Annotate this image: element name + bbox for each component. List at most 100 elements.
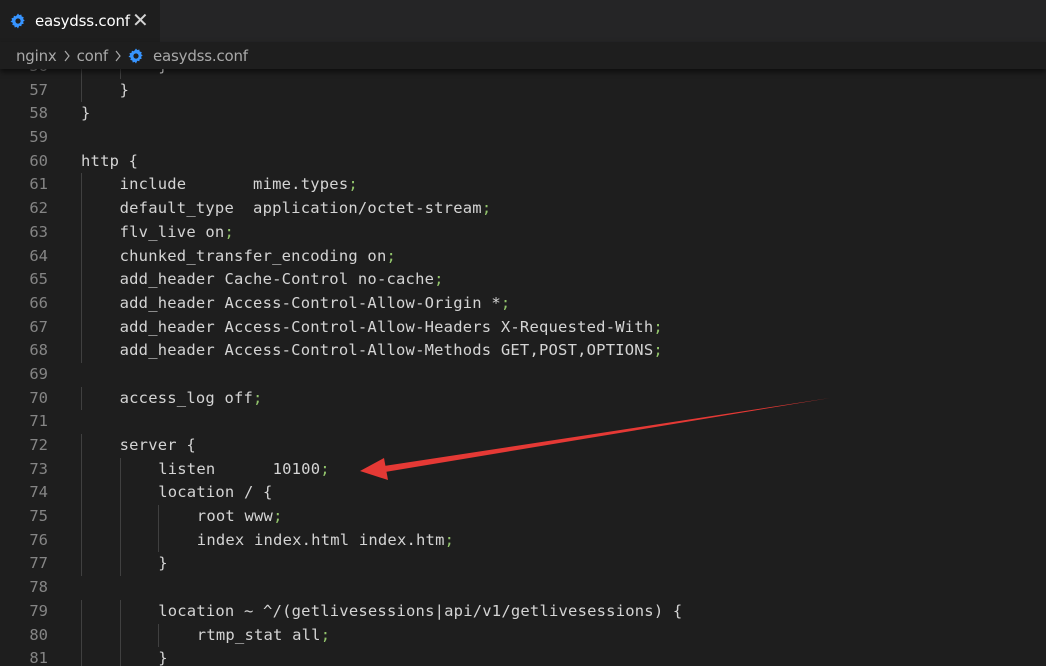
indent-guide	[158, 528, 160, 553]
breadcrumb-item-file[interactable]: easydss.conf	[128, 47, 248, 65]
indent-guide	[81, 481, 82, 506]
indent-guide	[81, 599, 82, 624]
code-line[interactable]: 75 root www;	[0, 505, 1046, 529]
line-number: 73	[29, 459, 48, 478]
code-text: rtmp_stat all;	[197, 624, 330, 648]
code-statement: flv_live on	[119, 222, 225, 241]
breadcrumb-item-conf[interactable]: conf	[77, 47, 109, 65]
line-number: 56	[0, 69, 48, 79]
code-text: }	[81, 102, 91, 126]
code-line[interactable]: 59	[0, 126, 1046, 150]
code-line[interactable]: 57}	[0, 78, 1046, 103]
code-text: index index.html index.htm;	[197, 529, 454, 553]
indent-guide	[81, 220, 82, 245]
indent-guide	[119, 623, 121, 648]
code-statement: location ~ ^/(getlivesessions|api/v1/get…	[158, 601, 683, 620]
line-number: 76	[29, 530, 48, 549]
breadcrumb-item-nginx[interactable]: nginx	[16, 47, 57, 65]
line-number: 80	[29, 625, 48, 644]
line-number: 77	[29, 554, 48, 573]
code-text: }	[158, 69, 168, 79]
code-text: access_log off;	[120, 387, 263, 411]
code-text: add_header Access-Control-Allow-Methods …	[120, 339, 663, 363]
code-editor-window: easydss.conf ✕ nginx conf easydss.conf 5…	[0, 0, 1046, 666]
code-line[interactable]: 67 add_header Access-Control-Allow-Header…	[0, 315, 1046, 340]
code-text: listen 10100;	[158, 458, 330, 482]
indent-guide	[81, 552, 82, 577]
code-text: add_header Access-Control-Allow-Origin *…	[120, 292, 511, 316]
code-text: add_header Access-Control-Allow-Headers …	[120, 316, 663, 340]
code-line[interactable]: 79 location ~ ^/(getlivesessions|api/v1/g…	[0, 599, 1046, 624]
code-statement: add_header Access-Control-Allow-Headers …	[119, 317, 654, 336]
indent-guide	[119, 457, 121, 482]
code-line[interactable]: 61 include mime.types;	[0, 173, 1046, 198]
code-text: default_type application/octet-stream;	[120, 197, 492, 221]
code-line[interactable]: 72 server {	[0, 434, 1046, 458]
line-number: 60	[29, 151, 48, 170]
line-number: 71	[29, 412, 48, 431]
chevron-right-icon	[64, 50, 70, 61]
semicolon: ;	[386, 246, 397, 265]
code-statement: add_header Cache-Control no-cache	[119, 270, 435, 289]
indent-guide	[81, 69, 82, 79]
line-number: 74	[29, 483, 48, 502]
code-line[interactable]: 80 rtmp_stat all;	[0, 623, 1046, 648]
code-line[interactable]: 76 index index.html index.htm;	[0, 528, 1046, 553]
code-line[interactable]: 69	[0, 363, 1046, 387]
code-statement: chunked_transfer_encoding on	[119, 246, 387, 265]
code-line[interactable]: 73 listen 10100;	[0, 457, 1046, 482]
editor-pane[interactable]: 56}57}58}5960http {61include mime.types;…	[0, 69, 1046, 666]
line-number: 62	[29, 199, 48, 218]
indent-guide	[81, 78, 82, 103]
code-line[interactable]: 71	[0, 410, 1046, 434]
code-statement: server {	[119, 436, 196, 454]
code-line[interactable]: 68 add_header Access-Control-Allow-Method…	[0, 339, 1046, 363]
code-line[interactable]: 70 access_log off;	[0, 386, 1046, 411]
indent-guide	[81, 173, 82, 198]
line-number: 65	[29, 270, 48, 289]
code-lines: 56}57}58}5960http {61include mime.types;…	[0, 69, 1046, 666]
code-line[interactable]: 81}	[0, 647, 1046, 666]
code-statement: include mime.types	[119, 175, 349, 194]
semicolon: ;	[320, 625, 331, 644]
line-number: 70	[29, 388, 48, 407]
semicolon: ;	[444, 530, 455, 549]
indent-guide	[81, 434, 82, 458]
code-statement: root www	[196, 507, 274, 526]
code-line[interactable]: 78	[0, 576, 1046, 600]
semicolon: ;	[224, 222, 234, 241]
indent-guide	[81, 244, 82, 269]
tab-easydss-conf[interactable]: easydss.conf ✕	[0, 0, 160, 42]
close-icon[interactable]: ✕	[132, 10, 149, 30]
tab-label: easydss.conf	[35, 12, 130, 30]
code-line[interactable]: 74 location / {	[0, 481, 1046, 506]
code-line[interactable]: 65 add_header Cache-Control no-cache;	[0, 268, 1046, 292]
code-line[interactable]: 58}	[0, 102, 1046, 126]
indent-guide	[81, 386, 82, 411]
code-line[interactable]: 64 chunked_transfer_encoding on;	[0, 244, 1046, 269]
code-line[interactable]: 66 add_header Access-Control-Allow-Origin…	[0, 291, 1046, 316]
code-statement: }	[119, 80, 130, 99]
indent-guide	[119, 552, 121, 577]
line-number: 69	[29, 364, 48, 383]
indent-guide	[119, 528, 121, 553]
code-statement: location / {	[158, 483, 273, 502]
code-text: }	[158, 552, 168, 576]
line-number: 61	[29, 175, 48, 194]
code-statement: add_header Access-Control-Allow-Methods …	[119, 341, 654, 360]
code-statement: }	[158, 69, 168, 75]
code-line[interactable]: 77}	[0, 552, 1046, 577]
indent-guide	[119, 505, 121, 529]
code-line[interactable]: 56}	[0, 69, 1046, 79]
code-line[interactable]: 62 default_type application/octet-stream;	[0, 197, 1046, 221]
code-statement: access_log off	[119, 388, 254, 407]
code-text: include mime.types;	[120, 173, 358, 197]
code-line[interactable]: 63 flv_live on;	[0, 220, 1046, 245]
semicolon: ;	[500, 293, 511, 312]
code-line[interactable]: 60 http {	[0, 150, 1046, 174]
line-number: 59	[29, 128, 48, 147]
code-text: }	[158, 647, 168, 666]
line-number: 68	[29, 341, 48, 360]
indent-guide	[81, 315, 82, 340]
code-text: location / {	[158, 481, 272, 505]
